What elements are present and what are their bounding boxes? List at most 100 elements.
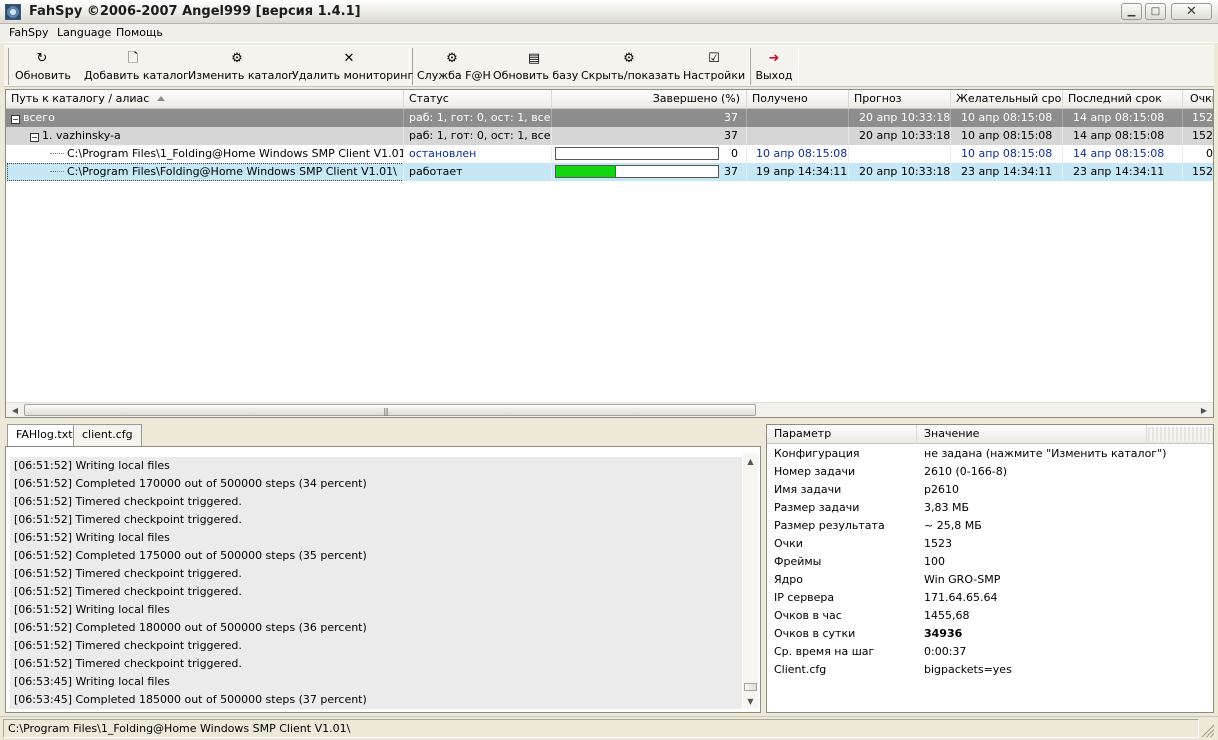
col-status-header[interactable]: Статус — [404, 90, 552, 109]
log-view[interactable]: [06:51:52] Writing local files [06:51:52… — [5, 446, 761, 713]
col-forecast-header[interactable]: Прогноз — [849, 90, 951, 109]
col-path-header[interactable]: Путь к каталогу / алиас — [6, 90, 404, 109]
param-value: 1523 — [924, 537, 952, 550]
table-row-group[interactable]: −1. vazhinsky-a раб: 1, гот: 0, ост: 1, … — [6, 127, 1213, 145]
row-done: 37 — [552, 109, 747, 127]
refresh-icon: ↻ — [36, 51, 48, 66]
row-progress-cell: 37 — [552, 163, 747, 181]
vertical-scrollbar[interactable]: ▲ ▼ — [743, 453, 758, 708]
table-row-selected[interactable]: C:\Program Files\Folding@Home Windows SM… — [6, 163, 1213, 181]
status-path: C:\Program Files\1_Folding@Home Windows … — [3, 719, 1199, 738]
progress-bar — [555, 147, 719, 160]
log-line: [06:51:52] Completed 175000 out of 50000… — [10, 547, 742, 565]
parameters-panel: Параметр Значение Конфигурация не задана … — [766, 424, 1214, 713]
param-row: Размер задачи 3,83 МБ — [767, 499, 1213, 517]
menu-help[interactable]: Помощь — [116, 26, 163, 39]
param-row: Ядро Win GRO-SMP — [767, 571, 1213, 589]
log-line: [06:51:52] Timered checkpoint triggered. — [10, 493, 742, 511]
tab-client-cfg[interactable]: client.cfg — [73, 424, 142, 446]
add-folder-icon: 🗋 — [127, 51, 139, 66]
remove-monitoring-button[interactable]: ✕ Удалить мониторинг — [292, 49, 413, 85]
param-value: 2610 (0-166-8) — [924, 465, 1008, 478]
menu-fahspy[interactable]: FahSpy — [9, 26, 49, 39]
col-path-label: Путь к каталогу / алиас — [11, 92, 150, 105]
param-row: Размер результата ~ 25,8 МБ — [767, 517, 1213, 535]
row-desired: 10 апр 08:15:08 — [951, 109, 1063, 127]
minimize-button[interactable]: ▁ — [1121, 3, 1142, 20]
log-line: [06:51:52] Writing local files — [10, 601, 742, 619]
row-path: C:\Program Files\1_Folding@Home Windows … — [67, 147, 404, 160]
row-status: раб: 1, гот: 0, ост: 1, всег... — [404, 109, 552, 127]
log-line: [06:51:52] Writing local files — [10, 457, 742, 475]
collapse-icon[interactable]: − — [11, 115, 20, 124]
add-folder-label: Добавить каталог — [84, 69, 189, 82]
value-col-header[interactable]: Значение — [917, 425, 1147, 444]
param-key: Размер задачи — [774, 501, 860, 514]
tree-connector — [50, 171, 64, 172]
table-row[interactable]: C:\Program Files\1_Folding@Home Windows … — [6, 145, 1213, 163]
params-header: Параметр Значение — [767, 425, 1213, 444]
param-key: Ядро — [774, 573, 803, 586]
add-folder-button[interactable]: 🗋 Добавить каталог — [84, 49, 189, 85]
scroll-left-icon[interactable]: ◀ — [8, 404, 22, 417]
close-button[interactable]: ✕ — [1171, 3, 1212, 20]
row-points: 0 — [1183, 145, 1213, 163]
col-last-header[interactable]: Последний срок — [1063, 90, 1183, 109]
fah-service-button[interactable]: ⚙ Служба F@H — [417, 49, 491, 85]
row-points: 152 — [1183, 163, 1213, 181]
row-received — [747, 127, 849, 145]
settings-button[interactable]: ☑ Настройки — [683, 49, 745, 85]
title-bar: FahSpy ©2006-2007 Angel999 [версия 1.4.1… — [0, 0, 1218, 24]
resize-grip-icon[interactable] — [1200, 723, 1214, 737]
param-key: Номер задачи — [774, 465, 856, 478]
progress-bar — [555, 165, 719, 178]
menu-language[interactable]: Language — [57, 26, 111, 39]
monitoring-grid: Путь к каталогу / алиас Статус Завершено… — [5, 89, 1214, 418]
scroll-up-icon[interactable]: ▲ — [744, 455, 757, 468]
maximize-button[interactable]: □ — [1145, 3, 1166, 20]
log-line: [06:53:45] Completed 185000 out of 50000… — [10, 691, 742, 709]
param-row: Очков в час 1455,68 — [767, 607, 1213, 625]
row-forecast: 20 апр 10:33:18 — [849, 127, 951, 145]
param-value: не задана (нажмите "Изменить каталог") — [924, 447, 1167, 460]
settings-icon: ☑ — [708, 51, 720, 66]
col-desired-header[interactable]: Желательный срок — [951, 90, 1063, 109]
update-db-button[interactable]: ▤ Обновить базу — [493, 49, 578, 85]
param-value: 34936 — [924, 627, 963, 640]
horizontal-scrollbar[interactable]: ◀ ||| ▶ — [6, 402, 1213, 417]
param-row: Номер задачи 2610 (0-166-8) — [767, 463, 1213, 481]
scrollbar-thumb[interactable]: ||| — [24, 404, 756, 416]
window-title: FahSpy ©2006-2007 Angel999 [версия 1.4.1… — [29, 4, 361, 19]
param-row: Очков в сутки 34936 — [767, 625, 1213, 643]
param-row: Конфигурация не задана (нажмите "Изменить… — [767, 445, 1213, 463]
param-key: Очки — [774, 537, 803, 550]
edit-folder-button[interactable]: ⚙ Изменить каталог — [188, 49, 294, 85]
exit-button[interactable]: ➜ Выход — [754, 49, 794, 85]
row-desired: 23 апр 14:34:11 — [951, 163, 1063, 181]
param-col-header[interactable]: Параметр — [767, 425, 917, 444]
scrollbar-thumb[interactable] — [744, 683, 757, 691]
scroll-down-icon[interactable]: ▼ — [744, 695, 757, 708]
log-line: [06:51:52] Timered checkpoint triggered. — [10, 655, 742, 673]
refresh-button[interactable]: ↻ Обновить — [15, 49, 71, 85]
show-hide-button[interactable]: ⚙ Скрыть/показать — [581, 49, 680, 85]
row-path: 1. vazhinsky-a — [42, 129, 121, 142]
scroll-right-icon[interactable]: ▶ — [1197, 404, 1211, 417]
param-value: Win GRO-SMP — [924, 573, 1001, 586]
header-filler — [1148, 427, 1213, 441]
collapse-icon[interactable]: − — [30, 133, 39, 142]
param-row: Фреймы 100 — [767, 553, 1213, 571]
edit-folder-label: Изменить каталог — [188, 69, 294, 82]
row-status: остановлен — [404, 145, 552, 163]
tab-fahlog[interactable]: FAHlog.txt — [7, 424, 82, 447]
menu-bar: FahSpy Language Помощь — [0, 24, 1218, 43]
refresh-label: Обновить — [15, 69, 71, 82]
col-done-header[interactable]: Завершено (%) — [552, 90, 747, 109]
sort-ascending-icon — [157, 96, 166, 101]
row-done: 0 — [731, 147, 738, 160]
col-received-header[interactable]: Получено — [747, 90, 849, 109]
edit-folder-icon: ⚙ — [231, 51, 243, 66]
table-row-total[interactable]: − всего раб: 1, гот: 0, ост: 1, всег... 3… — [6, 109, 1213, 127]
col-points-header[interactable]: Очки — [1183, 90, 1213, 109]
row-last: 14 апр 08:15:08 — [1063, 145, 1183, 163]
